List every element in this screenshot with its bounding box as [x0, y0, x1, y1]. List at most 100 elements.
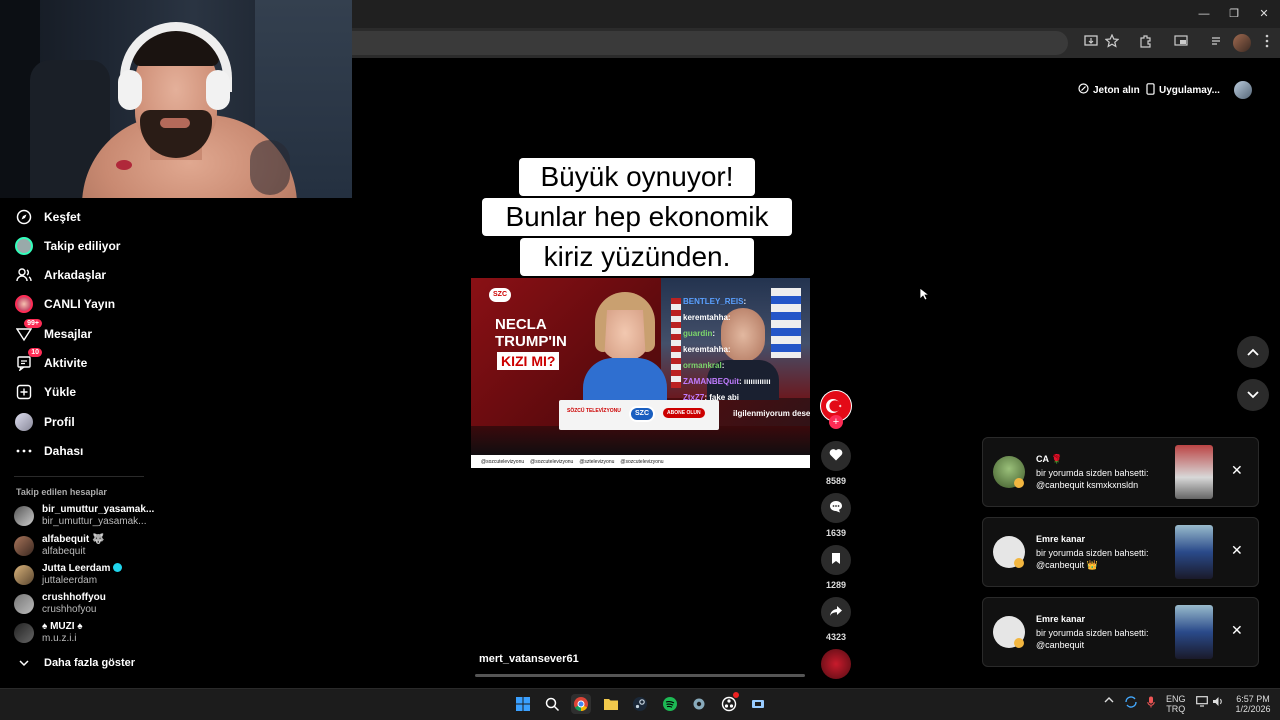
following-account[interactable]: ♠ MUZI ♠ m.u.z.i.i [14, 620, 83, 646]
nav-messages[interactable]: 99+ Mesajlar [14, 319, 92, 347]
music-disc-icon[interactable] [821, 649, 851, 679]
share-button[interactable] [821, 597, 851, 627]
tray-overflow-icon[interactable] [1104, 696, 1114, 706]
account-handle: alfabequit [42, 546, 86, 557]
notification-thumbnail[interactable] [1175, 605, 1213, 659]
notification-card[interactable]: CA 🌹 bir yorumda sizden bahsetti: @canbe… [982, 437, 1259, 507]
video-author[interactable]: mert_vatansever61 [479, 653, 579, 665]
nav-friends[interactable]: Arkadaşlar [14, 262, 106, 288]
chat-message: ZtxZ7: fake abi [683, 393, 740, 402]
progress-bar[interactable] [475, 674, 805, 677]
display-icon[interactable] [1196, 696, 1208, 709]
webcam-feed [0, 0, 352, 198]
bookmark-icon [831, 552, 841, 568]
subscribe-badge: ABONE OLUN [663, 408, 705, 418]
microphone-icon[interactable] [1147, 696, 1155, 710]
show-more-label: Daha fazla göster [44, 657, 136, 669]
close-icon[interactable]: ✕ [1231, 462, 1243, 479]
nav-profile[interactable]: Profil [14, 409, 75, 435]
spotify-icon[interactable] [660, 694, 680, 714]
get-coins-button[interactable]: Jeton alın [1078, 79, 1140, 101]
friends-icon [14, 265, 34, 285]
notification-card[interactable]: Emre kanar bir yorumda sizden bahsetti: … [982, 597, 1259, 667]
save-count: 1289 [825, 580, 847, 590]
notification-card[interactable]: Emre kanar bir yorumda sizden bahsetti: … [982, 517, 1259, 587]
notification-sender: CA 🌹 [1036, 454, 1063, 464]
windows-start-icon[interactable] [513, 694, 533, 714]
headline-line: TRUMP'IN [495, 333, 567, 350]
following-account[interactable]: crushhoffyou crushhofyou [14, 591, 106, 617]
volume-icon[interactable] [1212, 696, 1224, 709]
account-name: bir_umuttur_yasamak... [42, 504, 155, 515]
account-handle: crushhofyou [42, 604, 97, 615]
notification-thumbnail[interactable] [1175, 445, 1213, 499]
verified-icon [113, 563, 123, 572]
file-explorer-icon[interactable] [601, 694, 621, 714]
next-video-button[interactable] [1237, 379, 1269, 411]
steam-icon[interactable] [630, 694, 650, 714]
cast-icon[interactable] [1172, 34, 1190, 52]
social-handle: @sozcutelevizyonu [481, 458, 525, 465]
follow-plus-icon[interactable]: + [829, 415, 843, 429]
sync-icon[interactable] [1124, 696, 1138, 710]
close-icon[interactable]: ✕ [1231, 542, 1243, 559]
restore-icon[interactable]: ❐ [1226, 6, 1242, 22]
language-indicator[interactable]: ENG TRQ [1166, 694, 1186, 714]
clock[interactable]: 6:57 PM 1/2/2026 [1232, 694, 1274, 714]
extensions-icon[interactable] [1137, 34, 1155, 52]
comment-button[interactable] [821, 493, 851, 523]
previous-video-button[interactable] [1237, 336, 1269, 368]
social-handle: @sozcutelevizyonu [530, 458, 574, 465]
avatar [14, 623, 34, 643]
save-button[interactable] [821, 545, 851, 575]
account-handle: m.u.z.i.i [42, 633, 77, 644]
like-button[interactable] [821, 441, 851, 471]
nav-more[interactable]: Dahası [14, 438, 83, 464]
nav-live[interactable]: CANLI Yayın [14, 291, 115, 317]
nav-label: Arkadaşlar [44, 268, 107, 282]
obs-icon[interactable] [719, 692, 739, 714]
nav-upload[interactable]: Yükle [14, 379, 76, 405]
video-player[interactable]: SZC NECLA TRUMP'IN KIZI MI? SÖZCÜ TELEVİ… [471, 278, 810, 468]
close-icon[interactable]: ✕ [1231, 622, 1243, 639]
notification-sender: Emre kanar [1036, 534, 1086, 544]
nav-label: CANLI Yayın [44, 297, 116, 311]
nav-activity[interactable]: 10 Aktivite [14, 348, 88, 376]
following-account[interactable]: alfabequit 🐺 alfabequit [14, 533, 104, 559]
chat-overlay: BENTLEY_REIS: keremtahha: guardin: kerem… [683, 297, 771, 409]
headline-highlight: KIZI MI? [497, 352, 560, 370]
network-app-icon[interactable] [748, 694, 768, 714]
nav-label: Profil [44, 415, 75, 429]
chat-message: ormankral: [683, 361, 725, 370]
install-app-icon[interactable] [1082, 34, 1100, 52]
menu-dots-icon[interactable] [1258, 34, 1276, 52]
account-handle: bir_umuttur_yasamak... [42, 516, 147, 527]
phone-icon [1146, 82, 1155, 98]
media-icon[interactable] [1208, 34, 1226, 52]
chrome-icon[interactable] [571, 694, 591, 714]
nav-following[interactable]: Takip ediliyor [14, 233, 120, 259]
get-app-button[interactable]: Uygulamay... [1146, 79, 1220, 101]
chat-message: guardin: [683, 329, 716, 338]
minimize-icon[interactable]: — [1196, 6, 1212, 22]
headline-line: NECLA [495, 316, 547, 333]
close-window-icon[interactable]: ✕ [1256, 6, 1272, 22]
avatar [14, 536, 34, 556]
search-icon[interactable] [542, 694, 562, 714]
divider [14, 476, 144, 477]
nav-label: Aktivite [44, 356, 88, 370]
nav-explore[interactable]: Keşfet [14, 204, 81, 230]
channel-logo-badge: SZC [629, 406, 655, 422]
bookmark-star-icon[interactable] [1103, 33, 1121, 52]
following-account[interactable]: Jutta Leerdam juttaleerdam [14, 562, 123, 588]
address-field[interactable] [352, 31, 1068, 55]
profile-avatar[interactable] [1233, 34, 1251, 52]
user-avatar[interactable] [1234, 81, 1252, 99]
activity-badge: 10 [28, 348, 42, 357]
live-icon [14, 294, 34, 314]
settings-gear-icon[interactable] [689, 694, 709, 714]
avatar [14, 506, 34, 526]
show-more-button[interactable]: Daha fazla göster [14, 650, 135, 676]
notification-thumbnail[interactable] [1175, 525, 1213, 579]
following-account[interactable]: bir_umuttur_yasamak... bir_umuttur_yasama… [14, 503, 154, 529]
